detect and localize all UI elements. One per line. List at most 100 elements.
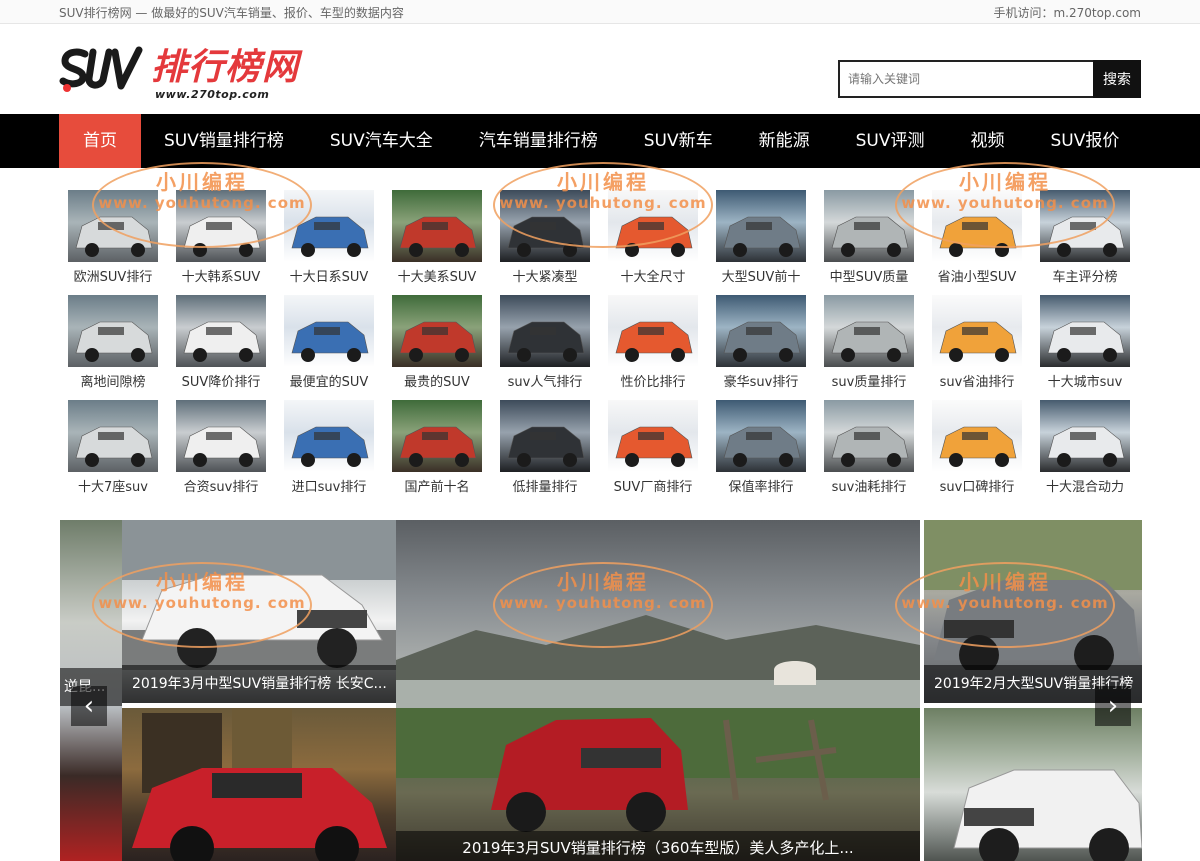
- nav-item-new-energy[interactable]: 新能源: [736, 114, 833, 168]
- category-item[interactable]: suv人气排行: [491, 295, 599, 392]
- category-item[interactable]: 进口suv排行: [275, 400, 383, 497]
- car-thumbnail[interactable]: [392, 190, 482, 262]
- car-thumbnail[interactable]: [1040, 190, 1130, 262]
- category-label[interactable]: 欧洲SUV排行: [59, 269, 167, 287]
- slider-prev-button[interactable]: ‹: [71, 686, 107, 726]
- car-thumbnail[interactable]: [392, 295, 482, 367]
- car-thumbnail[interactable]: [608, 295, 698, 367]
- nav-item-video[interactable]: 视频: [948, 114, 1028, 168]
- category-label[interactable]: 最贵的SUV: [383, 374, 491, 392]
- car-thumbnail[interactable]: [500, 400, 590, 472]
- category-item[interactable]: 大型SUV前十: [707, 190, 815, 287]
- category-item[interactable]: 中型SUV质量: [815, 190, 923, 287]
- category-label[interactable]: SUV厂商排行: [599, 479, 707, 497]
- category-label[interactable]: suv质量排行: [815, 374, 923, 392]
- car-thumbnail[interactable]: [500, 190, 590, 262]
- nav-item-home[interactable]: 首页: [59, 114, 141, 168]
- category-label[interactable]: 十大美系SUV: [383, 269, 491, 287]
- category-label[interactable]: 大型SUV前十: [707, 269, 815, 287]
- nav-item-price[interactable]: SUV报价: [1028, 114, 1143, 168]
- category-label[interactable]: 进口suv排行: [275, 479, 383, 497]
- site-logo[interactable]: 排行榜网 www.270top.com: [59, 44, 299, 101]
- car-thumbnail[interactable]: [716, 400, 806, 472]
- car-thumbnail[interactable]: [68, 295, 158, 367]
- car-thumbnail[interactable]: [1040, 295, 1130, 367]
- nav-item-new-suv[interactable]: SUV新车: [621, 114, 736, 168]
- category-item[interactable]: 十大韩系SUV: [167, 190, 275, 287]
- nav-item-suv-sales[interactable]: SUV销量排行榜: [141, 114, 307, 168]
- category-item[interactable]: 十大7座suv: [59, 400, 167, 497]
- category-item[interactable]: 最便宜的SUV: [275, 295, 383, 392]
- car-thumbnail[interactable]: [824, 400, 914, 472]
- category-label[interactable]: 十大7座suv: [59, 479, 167, 497]
- car-thumbnail[interactable]: [608, 400, 698, 472]
- category-item[interactable]: 低排量排行: [491, 400, 599, 497]
- category-item[interactable]: SUV厂商排行: [599, 400, 707, 497]
- category-item[interactable]: SUV降价排行: [167, 295, 275, 392]
- car-thumbnail[interactable]: [932, 190, 1022, 262]
- category-label[interactable]: 车主评分榜: [1031, 269, 1139, 287]
- category-item[interactable]: 车主评分榜: [1031, 190, 1139, 287]
- car-thumbnail[interactable]: [392, 400, 482, 472]
- car-thumbnail[interactable]: [284, 295, 374, 367]
- category-item[interactable]: 最贵的SUV: [383, 295, 491, 392]
- category-label[interactable]: 合资suv排行: [167, 479, 275, 497]
- car-thumbnail[interactable]: [68, 400, 158, 472]
- category-item[interactable]: suv油耗排行: [815, 400, 923, 497]
- category-item[interactable]: 离地间隙榜: [59, 295, 167, 392]
- car-thumbnail[interactable]: [932, 295, 1022, 367]
- category-item[interactable]: 省油小型SUV: [923, 190, 1031, 287]
- search-button[interactable]: 搜索: [1093, 60, 1141, 98]
- slide-bottom-right[interactable]: [924, 708, 1142, 861]
- category-label[interactable]: SUV降价排行: [167, 374, 275, 392]
- car-thumbnail[interactable]: [500, 295, 590, 367]
- slide-top-right[interactable]: 2019年2月大型SUV销量排行榜: [924, 520, 1142, 703]
- category-item[interactable]: 十大城市suv: [1031, 295, 1139, 392]
- slider-next-button[interactable]: ›: [1095, 686, 1131, 726]
- car-thumbnail[interactable]: [824, 295, 914, 367]
- category-label[interactable]: 十大紧凑型: [491, 269, 599, 287]
- car-thumbnail[interactable]: [824, 190, 914, 262]
- category-item[interactable]: suv质量排行: [815, 295, 923, 392]
- category-label[interactable]: 省油小型SUV: [923, 269, 1031, 287]
- category-label[interactable]: suv口碑排行: [923, 479, 1031, 497]
- category-item[interactable]: 豪华suv排行: [707, 295, 815, 392]
- category-label[interactable]: suv油耗排行: [815, 479, 923, 497]
- category-label[interactable]: 十大城市suv: [1031, 374, 1139, 392]
- car-thumbnail[interactable]: [716, 190, 806, 262]
- category-label[interactable]: 离地间隙榜: [59, 374, 167, 392]
- car-thumbnail[interactable]: [932, 400, 1022, 472]
- category-label[interactable]: suv省油排行: [923, 374, 1031, 392]
- category-label[interactable]: 十大日系SUV: [275, 269, 383, 287]
- category-label[interactable]: 低排量排行: [491, 479, 599, 497]
- slide-center[interactable]: 2019年3月SUV销量排行榜（360车型版）美人多产化上...: [396, 520, 920, 861]
- nav-item-review[interactable]: SUV评测: [833, 114, 948, 168]
- category-item[interactable]: 十大美系SUV: [383, 190, 491, 287]
- category-item[interactable]: 保值率排行: [707, 400, 815, 497]
- search-input[interactable]: [838, 60, 1093, 98]
- category-item[interactable]: 欧洲SUV排行: [59, 190, 167, 287]
- category-label[interactable]: 豪华suv排行: [707, 374, 815, 392]
- category-label[interactable]: 十大全尺寸: [599, 269, 707, 287]
- car-thumbnail[interactable]: [176, 400, 266, 472]
- category-item[interactable]: 十大混合动力: [1031, 400, 1139, 497]
- category-label[interactable]: 最便宜的SUV: [275, 374, 383, 392]
- car-thumbnail[interactable]: [176, 295, 266, 367]
- category-item[interactable]: suv省油排行: [923, 295, 1031, 392]
- car-thumbnail[interactable]: [68, 190, 158, 262]
- category-label[interactable]: suv人气排行: [491, 374, 599, 392]
- car-thumbnail[interactable]: [284, 400, 374, 472]
- car-thumbnail[interactable]: [716, 295, 806, 367]
- category-label[interactable]: 保值率排行: [707, 479, 815, 497]
- category-item[interactable]: 国产前十名: [383, 400, 491, 497]
- category-label[interactable]: 十大韩系SUV: [167, 269, 275, 287]
- slide-bottom-left[interactable]: [122, 708, 396, 861]
- category-label[interactable]: 国产前十名: [383, 479, 491, 497]
- nav-item-suv-all[interactable]: SUV汽车大全: [307, 114, 456, 168]
- nav-item-car-sales[interactable]: 汽车销量排行榜: [456, 114, 621, 168]
- category-label[interactable]: 十大混合动力: [1031, 479, 1139, 497]
- category-item[interactable]: suv口碑排行: [923, 400, 1031, 497]
- category-label[interactable]: 性价比排行: [599, 374, 707, 392]
- car-thumbnail[interactable]: [176, 190, 266, 262]
- slide-top-left[interactable]: 2019年3月中型SUV销量排行榜 长安C...: [122, 520, 396, 703]
